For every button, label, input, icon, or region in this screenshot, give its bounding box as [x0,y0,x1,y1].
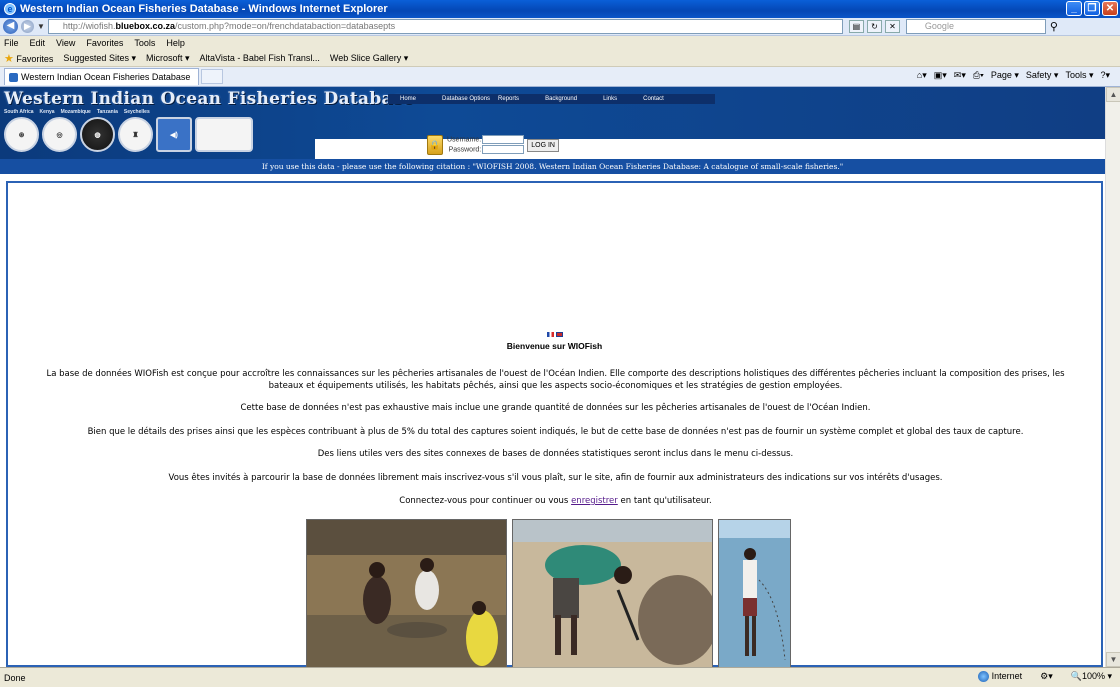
language-flags [8,331,1101,338]
tab-row: Western Indian Ocean Fisheries Database … [0,67,1120,87]
welcome-heading: Bienvenue sur WIOFish [506,341,603,351]
window-controls: _ ❐ ✕ [1066,1,1118,16]
favorites-bar: ★ Favorites Suggested Sites ▾ Microsoft … [0,50,1120,67]
status-right: Internet ⚙▾ 🔍100% ▾ [977,671,1112,683]
content-frame: Bienvenue sur WIOFish La base de données… [6,181,1103,667]
star-icon: ★ [4,52,14,65]
scroll-up-icon[interactable]: ▲ [1106,87,1120,102]
lock-icon: 🔒 [427,135,443,156]
citation-banner: If you use this data - please use the fo… [0,159,1105,174]
address-actions: ▤ ↻ ✕ [848,20,900,33]
window-title-bar: e Western Indian Ocean Fisheries Databas… [0,0,1120,18]
nav-reports[interactable]: Reports [498,96,519,102]
menu-tools[interactable]: Tools [134,38,155,48]
english-flag-icon[interactable] [555,331,563,337]
login-button[interactable]: LOG IN [527,138,559,152]
username-label: Username [447,136,480,144]
intro-paragraph: La base de données WIOFish est conçue po… [46,369,1065,391]
compatibility-icon[interactable]: ▤ [848,20,864,33]
search-icon[interactable]: ⚲ [1050,20,1058,33]
world-bank-logo [195,117,253,152]
zoom-level[interactable]: 🔍100% ▾ [1071,671,1112,682]
maximize-button[interactable]: ❐ [1084,1,1100,16]
register-paragraph: Vous êtes invités à parcourir la base de… [168,473,943,483]
photo-women-shore [306,519,507,667]
partner-logos: ⊛ ◎ ◍ ♜ ◀) [4,117,253,152]
site-header: Western Indian Ocean Fisheries Database … [0,87,1105,159]
nav-database-options[interactable]: Database Options [442,96,490,102]
login-form: 🔒 Username: Password: LOG IN [427,135,559,156]
username-field[interactable] [482,135,525,144]
nav-contact[interactable]: Contact [643,96,664,102]
login-paragraph: Connectez-vous pour continuer ou vous en… [399,496,712,506]
tanzania-logo: ♜ [118,117,153,152]
security-zone: Internet [977,671,1022,683]
favorite-suggested-sites[interactable]: Suggested Sites ▾ [63,53,136,64]
page-viewport: Western Indian Ocean Fisheries Database … [0,87,1120,667]
seychelles-logo: ◀) [156,117,192,152]
tab-wiofish[interactable]: Western Indian Ocean Fisheries Database [4,68,199,85]
links-paragraph: Des liens utiles vers des sites connexes… [317,449,794,459]
photo-gallery [306,519,791,667]
menu-view[interactable]: View [56,38,75,48]
scroll-down-icon[interactable]: ▼ [1106,652,1120,667]
nav-background[interactable]: Background [545,96,577,102]
close-button[interactable]: ✕ [1102,1,1118,16]
password-field[interactable] [482,145,525,155]
kenya-logo: ◎ [42,117,77,152]
country-labels: South Africa Kenya Mozambique Tanzania Seych… [4,109,150,115]
history-dropdown-icon[interactable]: ▼ [37,22,45,31]
login-fields: Username: Password: [447,135,525,156]
ie-icon: e [4,3,16,15]
site-nav: Home Database Options Reports Background… [388,94,715,104]
sa-logo: ⊛ [4,117,39,152]
password-label: Password [448,146,480,154]
menu-bar: File Edit View Favorites Tools Help [0,36,1120,50]
menu-edit[interactable]: Edit [30,38,46,48]
refresh-icon[interactable]: ↻ [866,20,882,33]
menu-help[interactable]: Help [166,38,185,48]
mozambique-logo: ◍ [80,117,115,152]
address-row: ◀ ▶ ▼ http://wiofish.bluebox.co.za/custo… [0,18,1120,36]
safety-menu[interactable]: Safety ▾ [1026,70,1059,81]
site-title: Western Indian Ocean Fisheries Database [4,89,414,109]
home-icon[interactable]: ⌂▾ [917,70,927,81]
photo-man-digging [512,519,713,667]
help-icon[interactable]: ?▾ [1100,70,1110,81]
print-icon[interactable]: ⎙▾ [973,70,984,81]
feeds-icon[interactable]: ▣▾ [934,70,947,81]
catch-paragraph: Bien que le détails des prises ainsi que… [87,427,1024,437]
french-flag-icon[interactable] [546,331,554,337]
tools-menu[interactable]: Tools ▾ [1065,70,1093,81]
back-button[interactable]: ◀ [3,19,18,34]
stop-icon[interactable]: ✕ [884,20,900,33]
new-tab-button[interactable] [201,69,223,84]
status-text: Done [4,672,26,683]
menu-file[interactable]: File [4,38,19,48]
search-input[interactable]: Google [905,19,1046,34]
exhaustive-paragraph: Cette base de données n'est pas exhausti… [240,403,871,413]
protected-mode-icon[interactable]: ⚙▾ [1040,671,1053,682]
favorite-web-slice-gallery[interactable]: Web Slice Gallery ▾ [330,53,408,64]
menu-favorites[interactable]: Favorites [86,38,123,48]
mail-icon[interactable]: ✉▾ [954,70,966,81]
minimize-button[interactable]: _ [1066,1,1082,16]
address-input[interactable]: http://wiofish.bluebox.co.za/custom.php?… [47,19,843,34]
nav-links[interactable]: Links [603,96,617,102]
status-bar: Done Internet ⚙▾ 🔍100% ▾ [0,667,1120,687]
command-bar: ⌂▾ ▣▾ ✉▾ ⎙▾ Page ▾ Safety ▾ Tools ▾ ?▾ [917,70,1110,81]
vertical-scrollbar[interactable]: ▲ ▼ [1105,87,1120,667]
favorite-altavista[interactable]: AltaVista - Babel Fish Transl... [200,53,320,63]
window-title: Western Indian Ocean Fisheries Database … [20,3,388,15]
favorites-button[interactable]: ★ Favorites [4,52,53,65]
register-link[interactable]: enregistrer [571,496,618,506]
nav-home[interactable]: Home [400,96,416,102]
photo-fisherman-net [718,519,791,667]
page-menu[interactable]: Page ▾ [991,70,1019,81]
favorite-microsoft[interactable]: Microsoft ▾ [146,53,190,64]
forward-button[interactable]: ▶ [21,20,34,33]
globe-icon [977,671,989,683]
